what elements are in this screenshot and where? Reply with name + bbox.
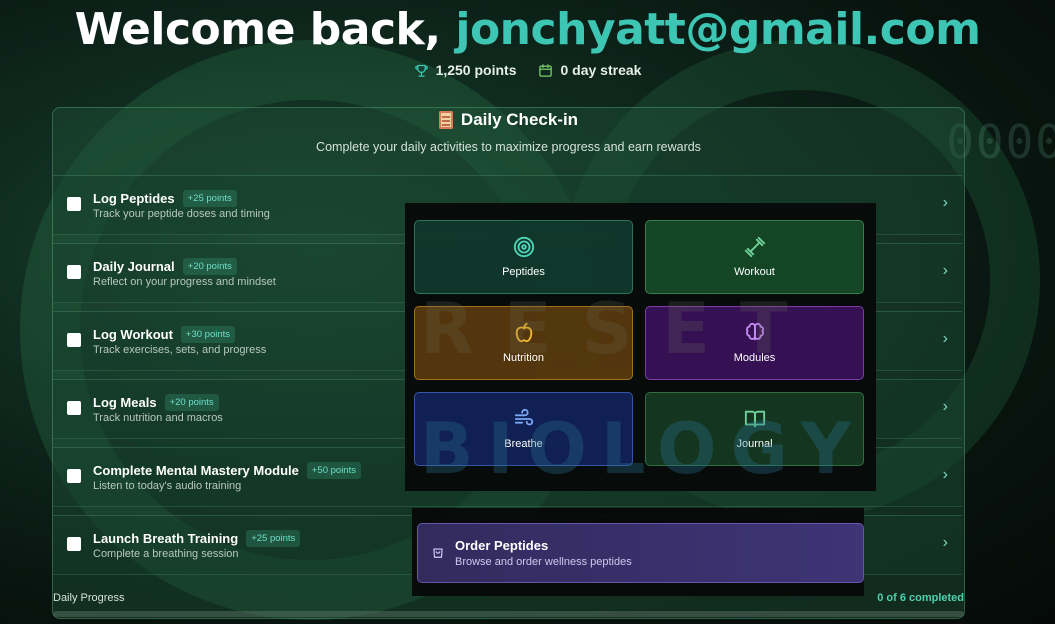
points-badge: +25 points — [182, 190, 237, 207]
shopping-bag-icon — [431, 545, 445, 564]
checkin-item-desc: Track nutrition and macros — [93, 412, 223, 424]
points-value: 1,250 points — [435, 62, 517, 78]
chevron-right-icon[interactable]: › — [943, 262, 948, 280]
welcome-prefix: Welcome back, — [74, 4, 456, 55]
checkin-item-desc: Reflect on your progress and mindset — [93, 276, 276, 288]
brand-watermark: BIOLOGY — [420, 408, 866, 490]
user-stats: 1,250 points 0 day streak — [0, 62, 1055, 78]
chevron-right-icon[interactable]: › — [943, 398, 948, 416]
chevron-right-icon[interactable]: › — [943, 534, 948, 552]
trophy-icon — [414, 63, 429, 78]
chevron-right-icon[interactable]: › — [943, 194, 948, 212]
checkin-title: Daily Check-in — [53, 110, 964, 130]
checkin-item-title: Complete Mental Mastery Module +50 points — [93, 462, 361, 479]
clipboard-icon — [438, 111, 453, 129]
streak-value: 0 day streak — [560, 62, 642, 78]
checkin-item-desc: Track your peptide doses and timing — [93, 208, 270, 220]
chevron-right-icon[interactable]: › — [943, 330, 948, 348]
points-badge: +30 points — [180, 326, 236, 343]
daily-progress-count: 0 of 6 completed — [877, 592, 964, 604]
checkbox[interactable] — [67, 537, 81, 551]
nav-tile-label: Workout — [734, 266, 775, 278]
nav-tile-workout[interactable]: Workout — [645, 220, 864, 294]
order-desc: Browse and order wellness peptides — [455, 556, 632, 568]
checkbox[interactable] — [67, 469, 81, 483]
daily-progress-label: Daily Progress — [53, 592, 125, 604]
checkbox[interactable] — [67, 401, 81, 415]
points-badge: +20 points — [182, 258, 237, 275]
points-badge: +20 points — [164, 394, 219, 411]
checkin-item-title: Daily Journal +20 points — [93, 258, 237, 275]
checkin-item-title: Log Peptides +25 points — [93, 190, 237, 207]
checkin-item-desc: Track exercises, sets, and progress — [93, 344, 267, 356]
points-badge: +50 points — [306, 462, 361, 479]
points-badge: +25 points — [246, 530, 301, 547]
nav-tile-label: Peptides — [502, 266, 545, 278]
checkin-item-name: Daily Journal — [93, 259, 175, 274]
checkin-title-text: Daily Check-in — [460, 110, 579, 129]
nav-tile-peptides[interactable]: Peptides — [414, 220, 633, 294]
calendar-icon — [538, 63, 553, 78]
checkin-item-desc: Listen to today's audio training — [93, 480, 242, 492]
dumbbell-icon — [744, 236, 766, 258]
checkin-item-name: Complete Mental Mastery Module — [93, 463, 299, 478]
daily-progress-bar — [53, 611, 964, 617]
checkin-item-name: Log Meals — [93, 395, 157, 410]
points-stat: 1,250 points — [414, 62, 517, 78]
checkbox[interactable] — [67, 265, 81, 279]
checkin-item-name: Launch Breath Training — [93, 531, 239, 546]
order-peptides-card[interactable]: Order Peptides Browse and order wellness… — [417, 523, 864, 583]
checkin-subtitle: Complete your daily activities to maximi… — [316, 140, 701, 154]
checkin-item-title: Launch Breath Training +25 points — [93, 530, 301, 547]
chevron-right-icon[interactable]: › — [943, 466, 948, 484]
user-email: jonchyatt@gmail.com — [455, 4, 981, 55]
checkin-item-name: Log Workout — [93, 327, 173, 342]
checkin-item-desc: Complete a breathing session — [93, 548, 239, 560]
checkbox[interactable] — [67, 333, 81, 347]
brand-watermark: RESET — [420, 288, 818, 370]
order-title: Order Peptides — [455, 538, 549, 553]
welcome-heading: Welcome back, jonchyatt@gmail.com — [0, 4, 1055, 55]
target-icon — [513, 236, 535, 258]
checkbox[interactable] — [67, 197, 81, 211]
checkin-item-title: Log Workout +30 points — [93, 326, 236, 343]
checkin-item-name: Log Peptides — [93, 191, 175, 206]
streak-stat: 0 day streak — [538, 62, 641, 78]
checkin-item-title: Log Meals +20 points — [93, 394, 219, 411]
